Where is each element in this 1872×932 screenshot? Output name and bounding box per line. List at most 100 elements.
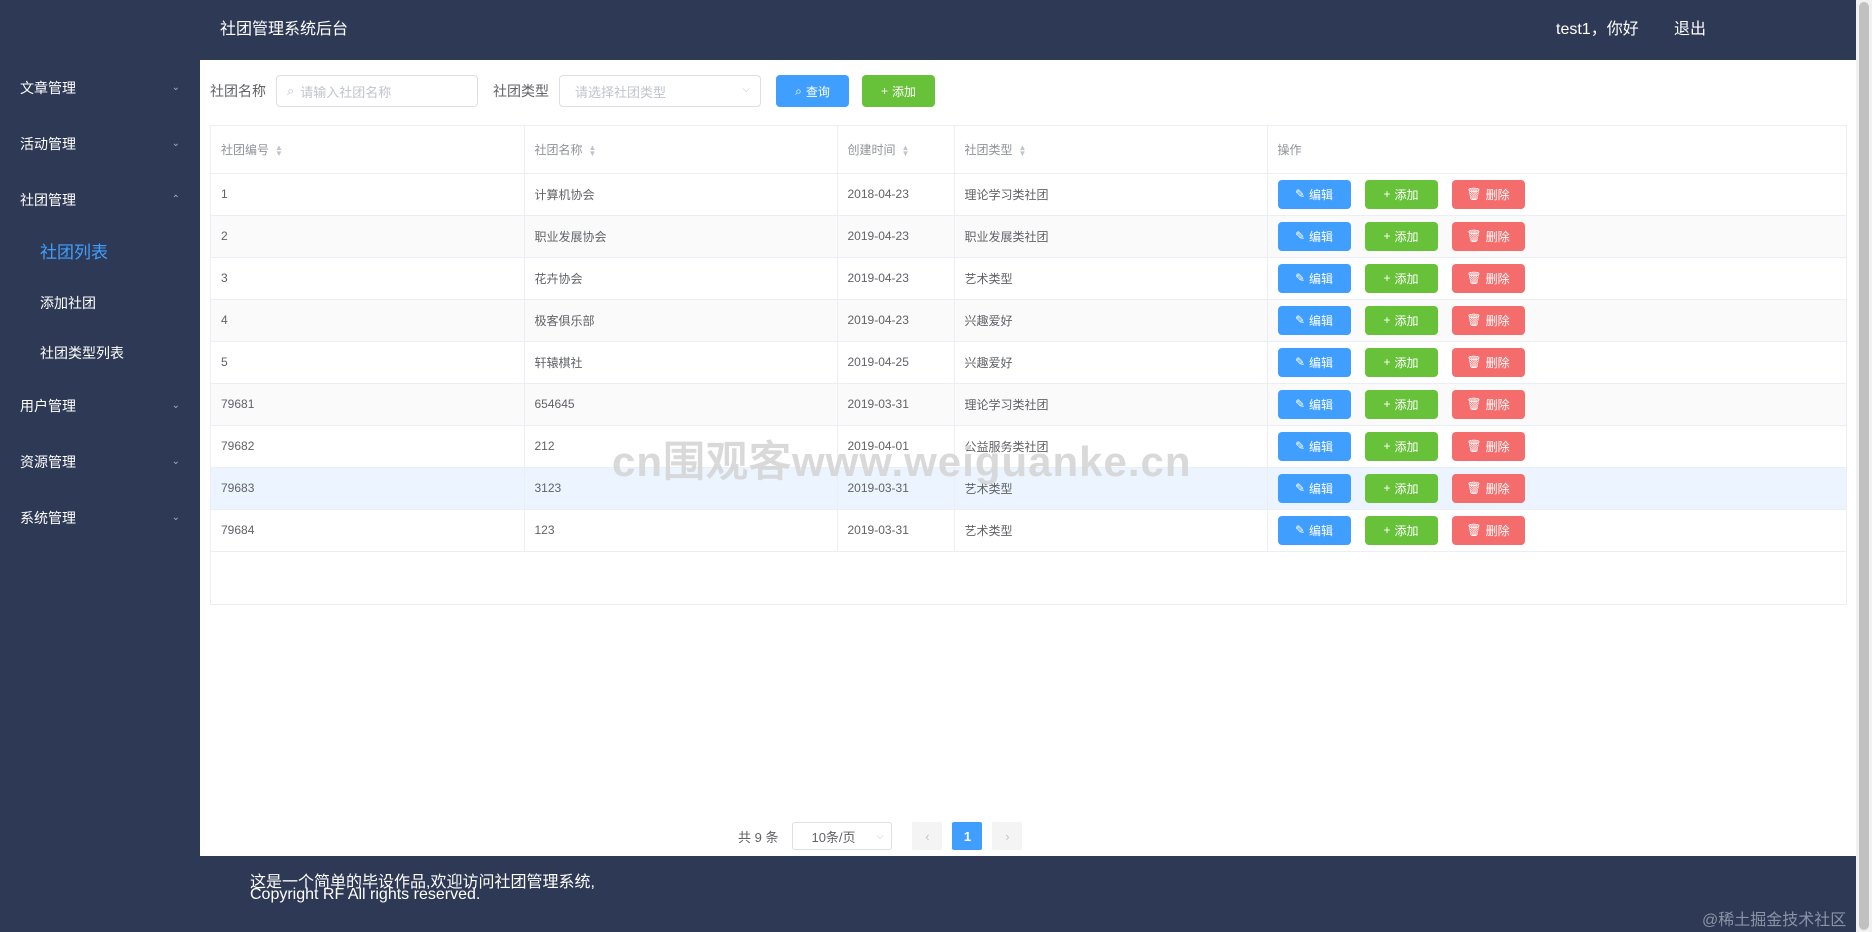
sidebar-item-resources[interactable]: 资源管理 ⌄ (0, 434, 200, 490)
table-row[interactable]: 1 计算机协会 2018-04-23 理论学习类社团 ✎ 编辑 + 添加 🗑 删除 (211, 173, 1846, 216)
search-icon: ⌕ (287, 83, 295, 98)
delete-button[interactable]: 🗑 删除 (1451, 515, 1525, 545)
edit-icon: ✎ (1294, 397, 1306, 411)
column-header-type[interactable]: 社团类型 ▲ ▼ (954, 126, 1268, 174)
edit-button[interactable]: ✎ 编辑 (1277, 431, 1351, 461)
cell-actions: ✎ 编辑 + 添加 🗑 删除 (1267, 383, 1846, 426)
table-row[interactable]: 79684 123 2019-03-31 艺术类型 ✎ 编辑 + 添加 🗑 删除 (211, 509, 1846, 552)
edit-button[interactable]: ✎ 编辑 (1277, 221, 1351, 251)
query-button[interactable]: ⌕ 查询 (776, 75, 849, 107)
delete-button[interactable]: 🗑 删除 (1451, 347, 1525, 377)
column-header-id[interactable]: 社团编号 ▲ ▼ (211, 126, 525, 174)
delete-button[interactable]: 🗑 删除 (1451, 305, 1525, 335)
edit-icon: ✎ (1294, 439, 1306, 453)
table-row[interactable]: 4 极客俱乐部 2019-04-23 兴趣爱好 ✎ 编辑 + 添加 🗑 删除 (211, 299, 1846, 342)
delete-button[interactable]: 🗑 删除 (1451, 263, 1525, 293)
sort-icon[interactable]: ▲ ▼ (1019, 143, 1027, 157)
sidebar-item-label: 文章管理 (20, 80, 76, 96)
trash-icon: 🗑 (1466, 229, 1482, 243)
pagination: 共 9 条 10条/页 ⌵ ‹ 1 › (738, 822, 1032, 850)
edit-icon: ✎ (1294, 271, 1306, 285)
plus-icon: + (880, 84, 888, 98)
add-button[interactable]: + 添加 (1364, 515, 1438, 545)
page-number-button[interactable]: 1 (952, 822, 983, 850)
sidebar-item-label: 用户管理 (20, 398, 76, 414)
sort-icon[interactable]: ▲ ▼ (275, 143, 283, 157)
chevron-right-icon: › (1005, 828, 1010, 844)
plus-icon: + (1383, 187, 1391, 201)
cell-actions: ✎ 编辑 + 添加 🗑 删除 (1267, 215, 1846, 258)
search-icon: ⌕ (795, 83, 802, 98)
page-size-select[interactable]: 10条/页 ⌵ (792, 822, 893, 850)
add-club-button-label: 添加 (892, 84, 917, 99)
logout-link[interactable]: 退出 (1674, 0, 1706, 60)
footer: 这是一个简单的毕设作品,欢迎访问社团管理系统, Copyright RF All… (0, 856, 1856, 932)
add-button[interactable]: + 添加 (1364, 347, 1438, 377)
sidebar-subitem-club-list[interactable]: 社团列表 (0, 228, 200, 278)
column-header-name[interactable]: 社团名称 ▲ ▼ (524, 126, 838, 174)
cell-actions: ✎ 编辑 + 添加 🗑 删除 (1267, 425, 1846, 468)
prev-page-button[interactable]: ‹ (912, 822, 943, 850)
delete-button[interactable]: 🗑 删除 (1451, 431, 1525, 461)
add-club-button[interactable]: + 添加 (862, 75, 935, 107)
edit-button[interactable]: ✎ 编辑 (1277, 473, 1351, 503)
cell-club-id: 79683 (211, 467, 525, 510)
trash-icon: 🗑 (1466, 271, 1482, 285)
add-button[interactable]: + 添加 (1364, 431, 1438, 461)
sort-icon[interactable]: ▲ ▼ (589, 143, 597, 157)
add-button[interactable]: + 添加 (1364, 221, 1438, 251)
club-name-input[interactable]: ⌕ 请输入社团名称 (276, 75, 478, 107)
cell-club-id: 2 (211, 215, 525, 258)
sidebar-item-activities[interactable]: 活动管理 ⌄ (0, 116, 200, 172)
sidebar-item-users[interactable]: 用户管理 ⌄ (0, 378, 200, 434)
sidebar-subitem-add-club[interactable]: 添加社团 (0, 278, 200, 328)
edit-button[interactable]: ✎ 编辑 (1277, 347, 1351, 377)
edit-button[interactable]: ✎ 编辑 (1277, 305, 1351, 335)
trash-icon: 🗑 (1466, 439, 1482, 453)
plus-icon: + (1383, 355, 1391, 369)
edit-button[interactable]: ✎ 编辑 (1277, 179, 1351, 209)
sidebar-item-clubs[interactable]: 社团管理 ⌃ (0, 172, 200, 228)
add-button[interactable]: + 添加 (1364, 473, 1438, 503)
add-button[interactable]: + 添加 (1364, 263, 1438, 293)
cell-club-name: 极客俱乐部 (524, 299, 838, 342)
table-row[interactable]: 3 花卉协会 2019-04-23 艺术类型 ✎ 编辑 + 添加 🗑 删除 (211, 257, 1846, 300)
delete-button[interactable]: 🗑 删除 (1451, 389, 1525, 419)
table-row[interactable]: 79681 654645 2019-03-31 理论学习类社团 ✎ 编辑 + 添加 🗑 删除 (211, 383, 1846, 426)
chevron-down-icon: ⌄ (171, 82, 180, 93)
trash-icon: 🗑 (1466, 523, 1482, 537)
delete-button[interactable]: 🗑 删除 (1451, 179, 1525, 209)
page-scrollbar[interactable] (1856, 0, 1872, 932)
add-button[interactable]: + 添加 (1364, 305, 1438, 335)
club-type-select[interactable]: 请选择社团类型 ⌵ (559, 75, 761, 107)
plus-icon: + (1383, 271, 1391, 285)
cell-club-name: 654645 (524, 383, 838, 426)
add-button[interactable]: + 添加 (1364, 389, 1438, 419)
scrollbar-thumb[interactable] (1859, 2, 1869, 930)
chevron-down-icon: ⌄ (171, 456, 180, 467)
cell-club-type: 理论学习类社团 (954, 173, 1268, 216)
app-root: 社团管理系统后台 test1，你好 退出 文章管理 ⌄ 活动管理 ⌄ 社团管理 … (0, 0, 1872, 932)
table-row[interactable]: 5 轩辕棋社 2019-04-25 兴趣爱好 ✎ 编辑 + 添加 🗑 删除 (211, 341, 1846, 384)
edit-button[interactable]: ✎ 编辑 (1277, 515, 1351, 545)
plus-icon: + (1383, 229, 1391, 243)
edit-button[interactable]: ✎ 编辑 (1277, 389, 1351, 419)
add-button[interactable]: + 添加 (1364, 179, 1438, 209)
next-page-button[interactable]: › (992, 822, 1023, 850)
club-name-placeholder: 请输入社团名称 (300, 84, 392, 100)
table-row[interactable]: 2 职业发展协会 2019-04-23 职业发展类社团 ✎ 编辑 + 添加 🗑 删除 (211, 215, 1846, 258)
sidebar-subitem-club-types[interactable]: 社团类型列表 (0, 328, 200, 378)
cell-club-type: 艺术类型 (954, 257, 1268, 300)
chevron-up-icon: ⌃ (171, 194, 180, 205)
trash-icon: 🗑 (1466, 187, 1482, 201)
sidebar-item-articles[interactable]: 文章管理 ⌄ (0, 60, 200, 116)
sort-icon[interactable]: ▲ ▼ (902, 143, 910, 157)
edit-button[interactable]: ✎ 编辑 (1277, 263, 1351, 293)
delete-button[interactable]: 🗑 删除 (1451, 473, 1525, 503)
delete-button[interactable]: 🗑 删除 (1451, 221, 1525, 251)
club-name-label: 社团名称 (210, 83, 266, 99)
column-header-created[interactable]: 创建时间 ▲ ▼ (837, 126, 955, 174)
sidebar-item-system[interactable]: 系统管理 ⌄ (0, 490, 200, 546)
trash-icon: 🗑 (1466, 313, 1482, 327)
trash-icon: 🗑 (1466, 355, 1482, 369)
